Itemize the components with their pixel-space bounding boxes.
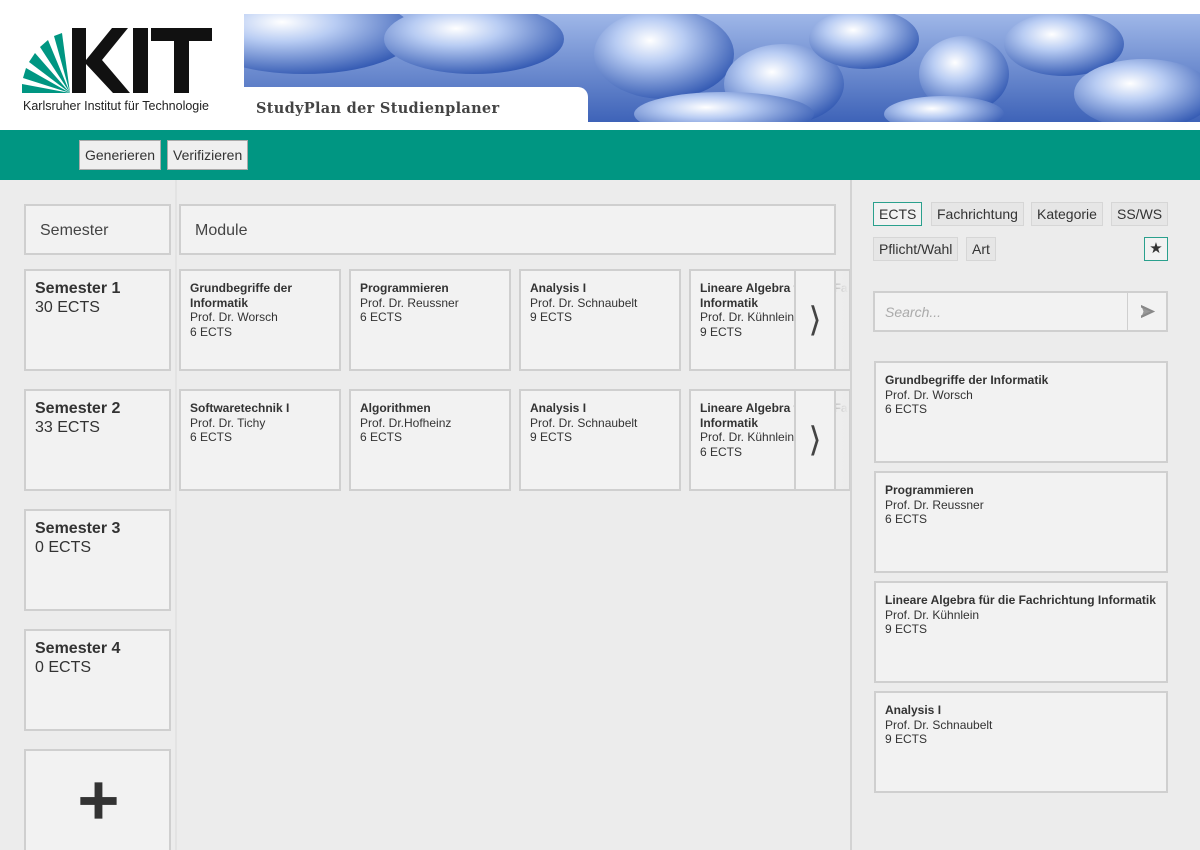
send-arrow-icon [1141,305,1155,318]
module-name: Analysis I [530,281,587,295]
module-ects: 6 ECTS [190,430,233,444]
module-professor: Prof. Dr. Worsch [190,310,278,324]
catalog-module-card[interactable]: Analysis I Prof. Dr. Schnaubelt 9 ECTS [874,691,1168,793]
module-name: Grundbegriffe der Informatik [885,373,1049,387]
module-name: Lineare Algebra für die Fachrichtung Inf… [885,593,1156,607]
module-card[interactable]: Analysis I Prof. Dr. Schnaubelt 9 ECTS [519,269,681,371]
verify-button[interactable]: Verifizieren [167,140,249,170]
module-ects: 9 ECTS [885,732,928,746]
module-professor: Prof. Dr. Worsch [885,387,973,402]
semester-title: Semester 3 [35,520,121,537]
module-card[interactable]: Analysis I Prof. Dr. Schnaubelt 9 ECTS [519,389,681,491]
module-professor: Prof. Dr. Tichy [190,415,266,430]
chevron-right-icon: ⟩ [808,301,822,339]
module-name: Analysis I [885,703,942,717]
module-professor: Prof. Dr. Reussner [360,295,459,310]
scroll-right-button[interactable]: ⟩ [794,389,836,491]
logo-subtitle: Karlsruher Institut für Technologie [23,99,209,113]
module-professor: Prof. Dr. Reussner [885,497,984,512]
search-box [873,291,1168,332]
plus-icon [80,782,117,819]
semester-ects: 30 ECTS [35,299,100,316]
chevron-right-icon: ⟩ [808,421,822,459]
module-professor: Prof. Dr. Kühnlein [885,607,980,622]
module-ects: 6 ECTS [885,402,928,416]
semester-column-header: Semester [24,204,171,255]
module-professor: Prof. Dr. Schnaubelt [530,415,638,430]
module-card[interactable]: Programmieren Prof. Dr. Reussner 6 ECTS [349,269,511,371]
semester-title: Semester 2 [35,400,121,417]
generate-button[interactable]: Generieren [79,140,162,170]
catalog-module-card[interactable]: Grundbegriffe der Informatik Prof. Dr. W… [874,361,1168,463]
header: Karlsruher Institut für Technologie Stud… [0,0,1200,130]
filter-fachrichtung[interactable]: Fachrichtung [931,202,1024,226]
filter-ss-ws[interactable]: SS/WS [1111,202,1169,226]
module-name: Softwaretechnik I [190,401,290,415]
module-professor: Prof. Dr.Hofheinz [360,415,452,430]
search-button[interactable] [1127,293,1167,330]
semester-ects: 0 ECTS [35,659,92,676]
filter-ects[interactable]: ECTS [873,202,923,226]
module-name: Grundbegriffe der Informatik [190,281,293,310]
star-icon[interactable]: ★ [1144,237,1168,261]
scroll-right-button[interactable]: ⟩ [794,269,836,371]
module-ects: 9 ECTS [530,430,573,444]
module-card[interactable]: Softwaretechnik I Prof. Dr. Tichy 6 ECTS [179,389,341,491]
semester-title: Semester 4 [35,640,121,657]
catalog-module-card[interactable]: Lineare Algebra für die Fachrichtung Inf… [874,581,1168,683]
module-ects: 6 ECTS [885,512,928,526]
module-ects: 9 ECTS [530,310,573,324]
module-name: Programmieren [885,483,974,497]
semester-card[interactable]: Semester 4 0 ECTS [24,629,171,731]
catalog-module-card[interactable]: Programmieren Prof. Dr. Reussner 6 ECTS [874,471,1168,573]
filter-art[interactable]: Art [966,237,996,261]
search-input[interactable] [875,293,1127,330]
semester-card[interactable]: Semester 3 0 ECTS [24,509,171,611]
module-ects: 6 ECTS [360,430,403,444]
module-professor: Prof. Dr. Schnaubelt [530,295,638,310]
semester-card[interactable]: Semester 2 33 ECTS [24,389,171,491]
module-professor: Prof. Dr. Schnaubelt [885,717,993,732]
module-name: Analysis I [530,401,587,415]
module-ects: 9 ECTS [885,622,928,636]
app-title: StudyPlan der Studienplaner [256,100,500,117]
semester-ects: 33 ECTS [35,419,100,436]
filter-kategorie[interactable]: Kategorie [1031,202,1103,226]
semester-ects: 0 ECTS [35,539,92,556]
module-card[interactable]: Grundbegriffe der Informatik Prof. Dr. W… [179,269,341,371]
module-ects: 6 ECTS [190,324,233,339]
filter-pflicht-wahl[interactable]: Pflicht/Wahl [873,237,959,261]
semester-card[interactable]: Semester 1 30 ECTS [24,269,171,371]
module-column-header: Module [179,204,836,255]
module-name: Algorithmen [360,401,431,415]
module-name: Programmieren [360,281,449,295]
module-card[interactable]: Algorithmen Prof. Dr.Hofheinz 6 ECTS [349,389,511,491]
semester-title: Semester 1 [35,280,121,297]
module-ects: 6 ECTS [360,310,403,324]
add-semester-button[interactable] [24,749,171,850]
toolbar: Generieren Verifizieren [0,130,1200,180]
